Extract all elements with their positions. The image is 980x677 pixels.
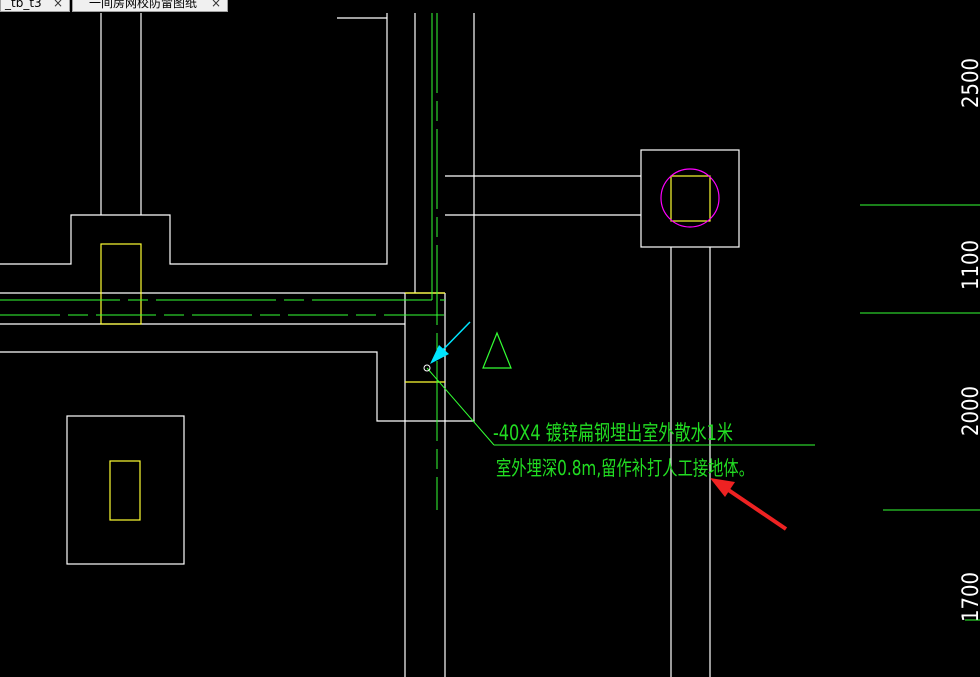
dimension-label: 2500 [959, 58, 980, 108]
close-icon[interactable]: × [211, 0, 221, 11]
annotation-line-2: 室外埋深0.8m,留作补打人工接地体。 [496, 456, 754, 480]
close-icon[interactable]: × [53, 0, 63, 11]
dimension-label: 1100 [959, 240, 980, 290]
tab-label: 一间房网校防雷图纸 [89, 0, 198, 10]
tab-label: _tb_t3 [5, 0, 42, 10]
document-tab-bar: _tb_t3 × 一间房网校防雷图纸 × [0, 0, 980, 13]
wall-outlines [0, 13, 740, 677]
tab-drawing-1[interactable]: _tb_t3 × [0, 0, 70, 12]
dimension-label: 1700 [959, 572, 980, 622]
cursor-arrow-icon [423, 321, 471, 372]
grounding-lines [0, 13, 980, 621]
annotation-line-1: -40X4 镀锌扁钢埋出室外散水1米 [493, 421, 733, 445]
triangle-marker-icon [482, 331, 512, 369]
dimension-label: 2000 [959, 386, 980, 436]
red-pointer-arrow-icon [710, 478, 788, 531]
tab-drawing-2[interactable]: 一间房网校防雷图纸 × [72, 0, 228, 12]
cad-drawing-canvas[interactable]: -40X4 镀锌扁钢埋出室外散水1米 室外埋深0.8m,留作补打人工接地体。 2… [0, 0, 980, 677]
